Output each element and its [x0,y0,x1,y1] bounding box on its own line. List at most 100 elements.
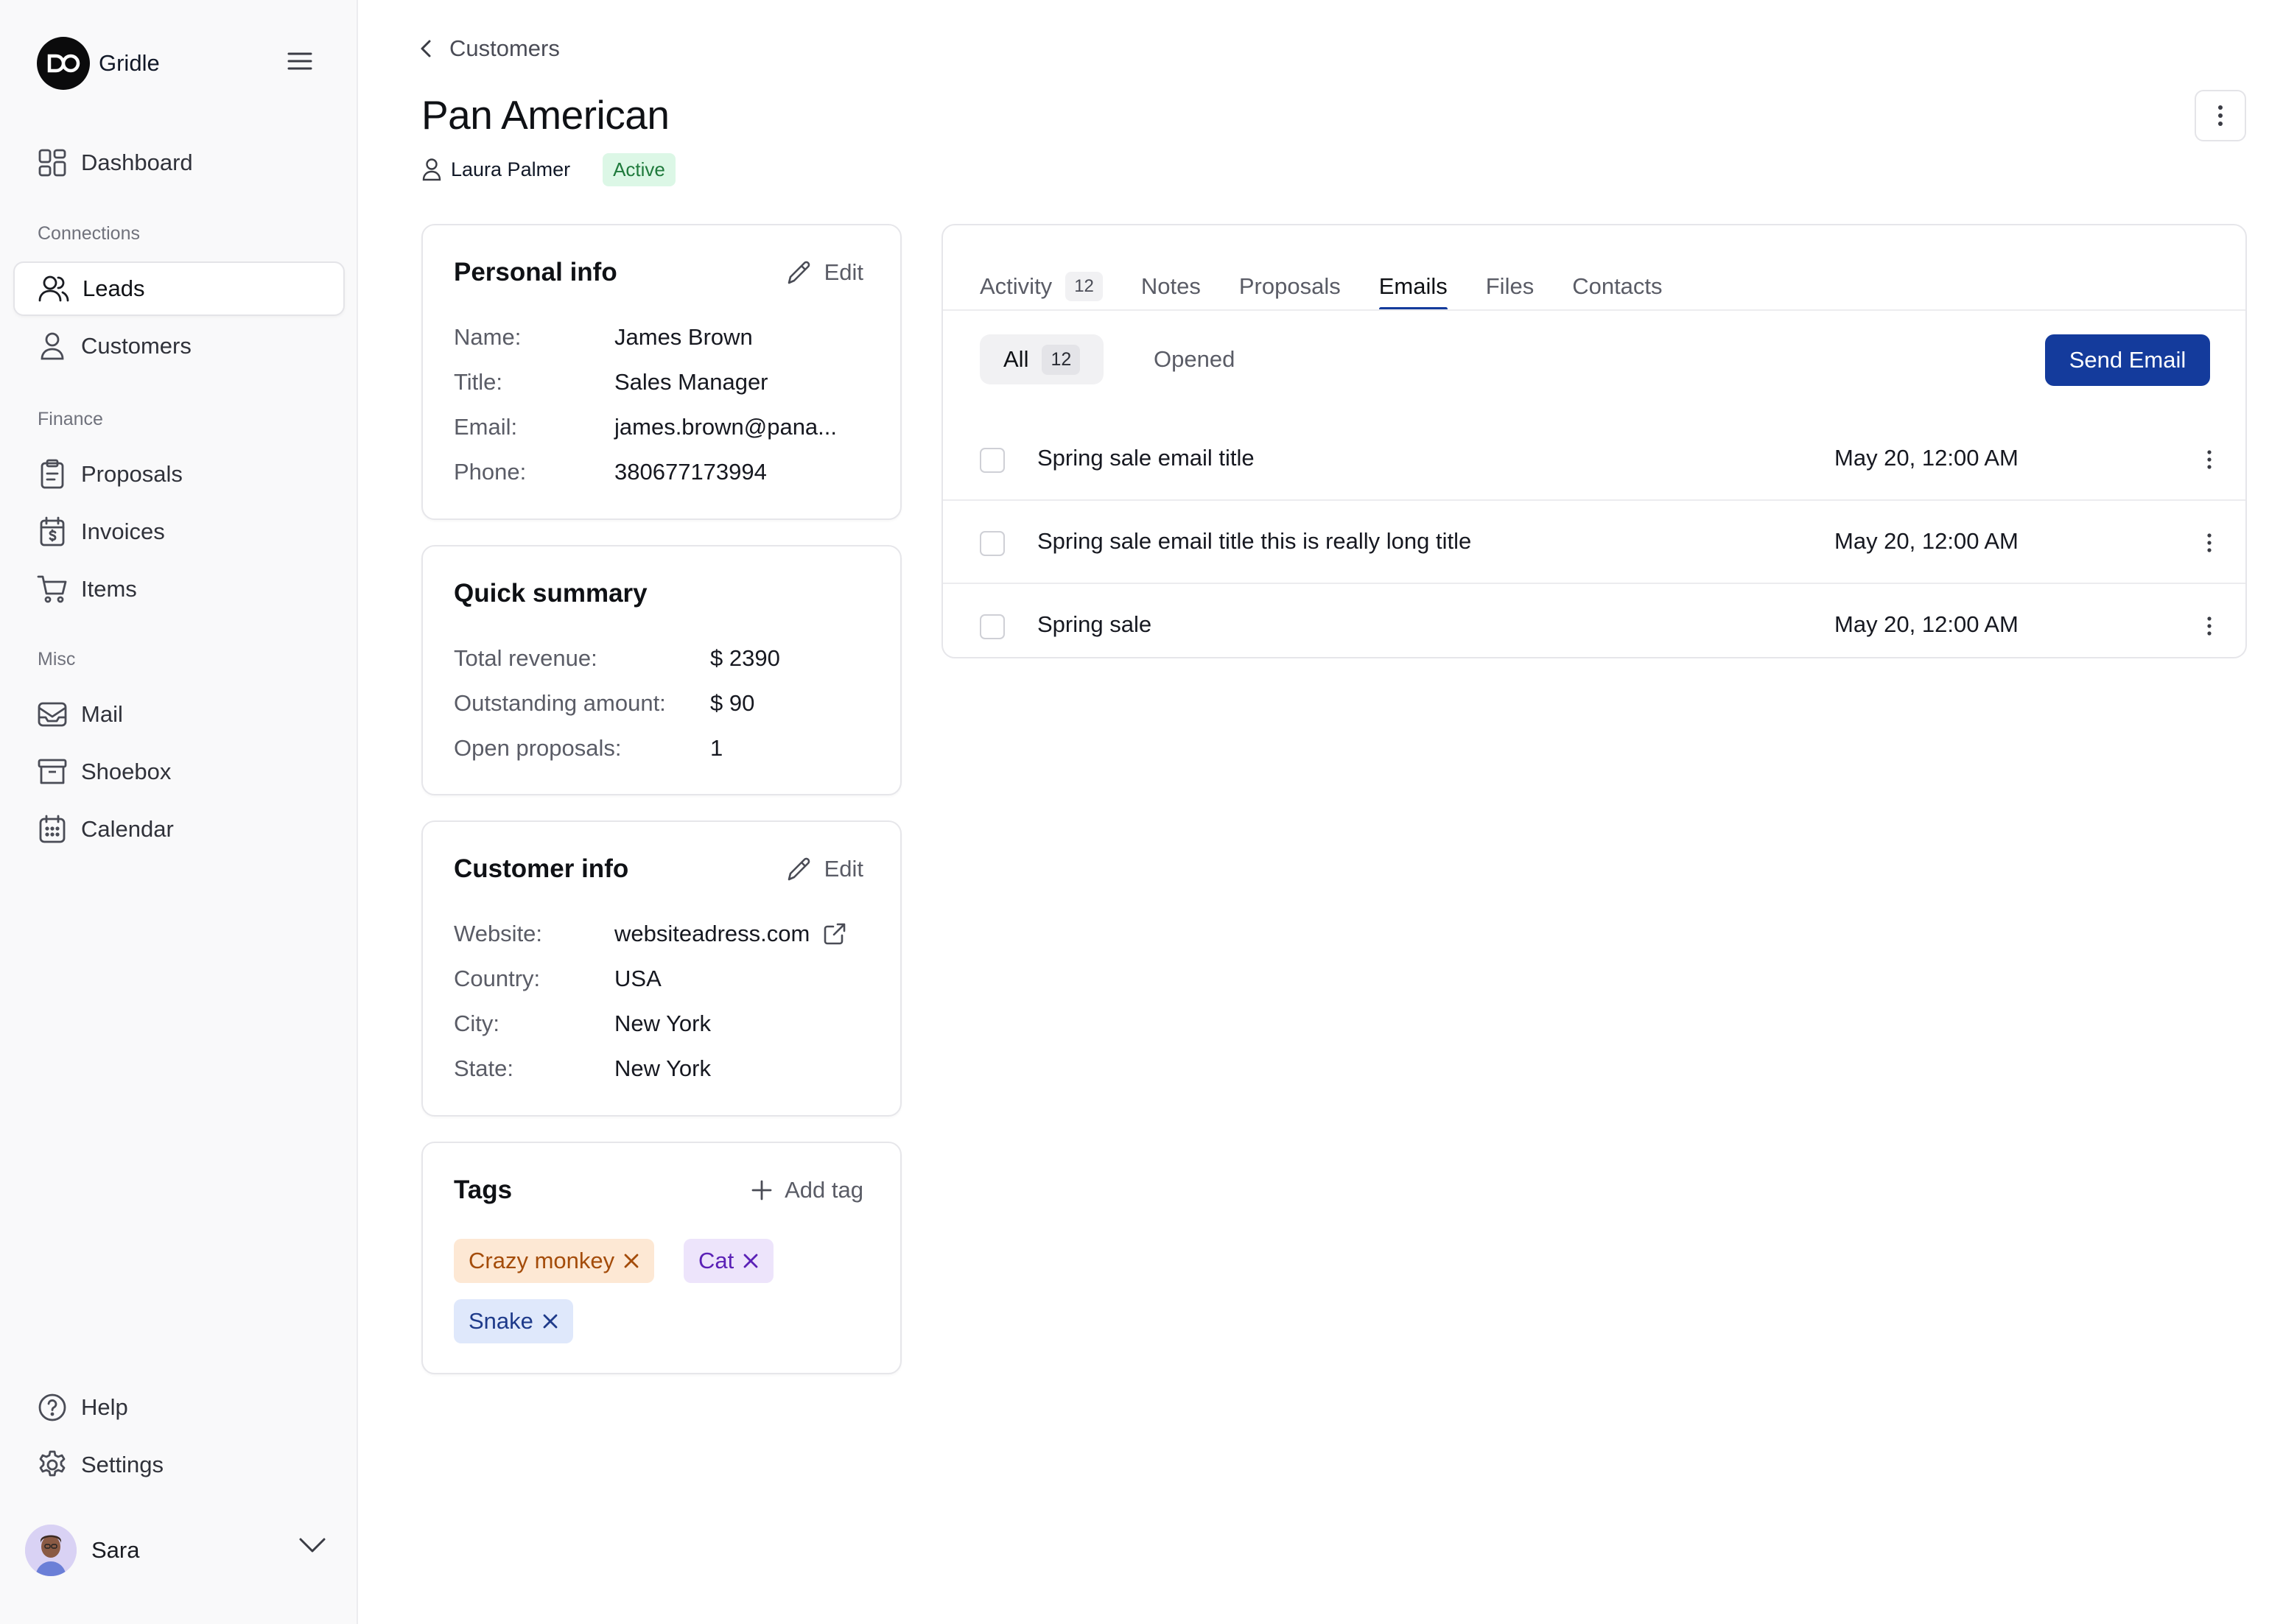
website-link[interactable]: websiteadress.com [614,921,846,947]
row-checkbox[interactable] [980,448,1005,473]
breadcrumb-label: Customers [449,35,560,61]
help-icon [37,1392,68,1423]
sidebar-item-label: Leads [83,275,145,301]
email-title: Spring sale email title this is really l… [1037,528,1472,554]
tab-bar: Activity 12 Notes Proposals Emails Files… [980,262,1701,311]
edit-label: Edit [824,259,863,285]
tab-label: Emails [1378,273,1448,299]
chevron-left-icon [420,39,432,58]
sidebar-item-mail[interactable]: Mail [13,687,345,742]
sidebar-item-label: Help [81,1394,128,1420]
tag-chip[interactable]: Crazy monkey [454,1239,655,1283]
status-badge: Active [603,152,676,186]
user-icon [37,331,68,362]
field-value: 1 [710,735,723,761]
breadcrumb[interactable]: Customers [420,29,560,68]
page-title: Pan American [421,92,670,138]
chevron-down-icon[interactable] [298,1536,327,1554]
card-title: Tags [454,1175,513,1204]
sidebar-item-shoebox[interactable]: Shoebox [13,745,345,799]
sidebar-item-calendar[interactable]: Calendar [13,802,345,857]
sidebar-item-label: Proposals [81,461,183,487]
sidebar-item-leads[interactable]: Leads [13,261,345,316]
more-vertical-icon [2218,105,2223,126]
tab-emails[interactable]: Emails [1378,262,1448,311]
filter-opened-button[interactable]: Opened [1154,334,1235,384]
sidebar-item-label: Settings [81,1452,164,1477]
email-row[interactable]: Spring sale email title May 20, 12:00 AM [943,418,2245,501]
quick-summary-card: Quick summary Total revenue: $ 2390 Outs… [421,545,902,795]
field-value: websiteadress.com [614,921,810,946]
email-date: May 20, 12:00 AM [1834,528,2019,554]
brand[interactable]: Gridle [37,37,160,90]
row-checkbox[interactable] [980,614,1005,639]
close-icon[interactable] [542,1313,558,1329]
field-label: Name: [454,324,522,350]
sidebar-item-label: Dashboard [81,150,193,175]
tag-label: Snake [469,1308,533,1334]
sidebar-item-customers[interactable]: Customers [13,319,345,373]
card-title: Quick summary [454,579,648,608]
tab-activity[interactable]: Activity 12 [980,262,1103,311]
tab-notes[interactable]: Notes [1141,262,1201,311]
more-options-button[interactable] [2195,90,2246,141]
email-title: Spring sale [1037,611,1152,637]
section-label-misc: Misc [38,649,76,669]
sidebar-item-help[interactable]: Help [13,1380,345,1435]
detail-tabs-panel: Activity 12 Notes Proposals Emails Files… [941,224,2247,658]
field-label: Website: [454,921,543,946]
tab-label: Notes [1140,273,1201,299]
tab-files[interactable]: Files [1486,262,1534,311]
divider [943,309,2245,311]
card-title: Customer info [454,854,629,883]
sidebar-item-settings[interactable]: Settings [13,1438,345,1492]
edit-personal-info-button[interactable]: Edit [786,259,863,286]
sidebar-item-invoices[interactable]: Invoices [13,505,345,559]
menu-toggle-icon[interactable] [287,52,312,71]
email-row[interactable]: Spring sale email title this is really l… [943,502,2245,584]
filter-all-button[interactable]: All 12 [980,334,1104,384]
tag-chip[interactable]: Cat [684,1239,774,1283]
field-value: 380677173994 [614,459,767,485]
tab-proposals[interactable]: Proposals [1239,262,1341,311]
sidebar-item-label: Shoebox [81,759,172,784]
email-row[interactable]: Spring sale May 20, 12:00 AM [943,585,2245,667]
sidebar-item-items[interactable]: Items [13,562,345,616]
owner-name: Laura Palmer [451,158,571,180]
dashboard-icon [37,147,68,178]
edit-customer-info-button[interactable]: Edit [786,856,863,882]
add-tag-button[interactable]: Add tag [751,1177,863,1203]
email-date: May 20, 12:00 AM [1834,445,2019,471]
send-email-button[interactable]: Send Email [2045,334,2210,386]
field-value: $ 90 [710,690,755,716]
clipboard-icon [37,459,68,490]
app-name: Gridle [99,50,160,76]
external-link-icon[interactable] [823,922,846,946]
more-vertical-icon[interactable] [2198,613,2220,639]
close-icon[interactable] [623,1253,639,1269]
users-icon [38,273,69,304]
more-vertical-icon[interactable] [2198,446,2220,473]
row-checkbox[interactable] [980,531,1005,556]
field-value: james.brown@pana... [614,414,838,440]
sidebar-item-label: Items [81,576,137,602]
tag-label: Crazy monkey [469,1248,615,1273]
sidebar: Gridle Dashboard Connections Leads Custo… [0,0,358,1624]
tags-card: Tags Add tag Crazy monkey Cat Snake [421,1142,902,1374]
tag-chip[interactable]: Snake [454,1299,573,1343]
tab-label: Proposals [1238,273,1341,299]
field-label: Title: [454,369,503,395]
sidebar-item-proposals[interactable]: Proposals [13,447,345,502]
field-value: $ 2390 [710,645,780,671]
field-label: Country: [454,966,541,991]
more-vertical-icon[interactable] [2198,530,2220,556]
user-menu[interactable]: Sara [25,1525,327,1576]
tab-contacts[interactable]: Contacts [1572,262,1662,311]
field-label: State: [454,1055,513,1081]
sidebar-item-dashboard[interactable]: Dashboard [13,136,345,190]
field-label: Total revenue: [454,645,597,671]
close-icon[interactable] [743,1253,759,1269]
tab-label: Activity [980,273,1053,299]
add-tag-label: Add tag [785,1177,863,1203]
sidebar-item-label: Customers [81,333,192,359]
